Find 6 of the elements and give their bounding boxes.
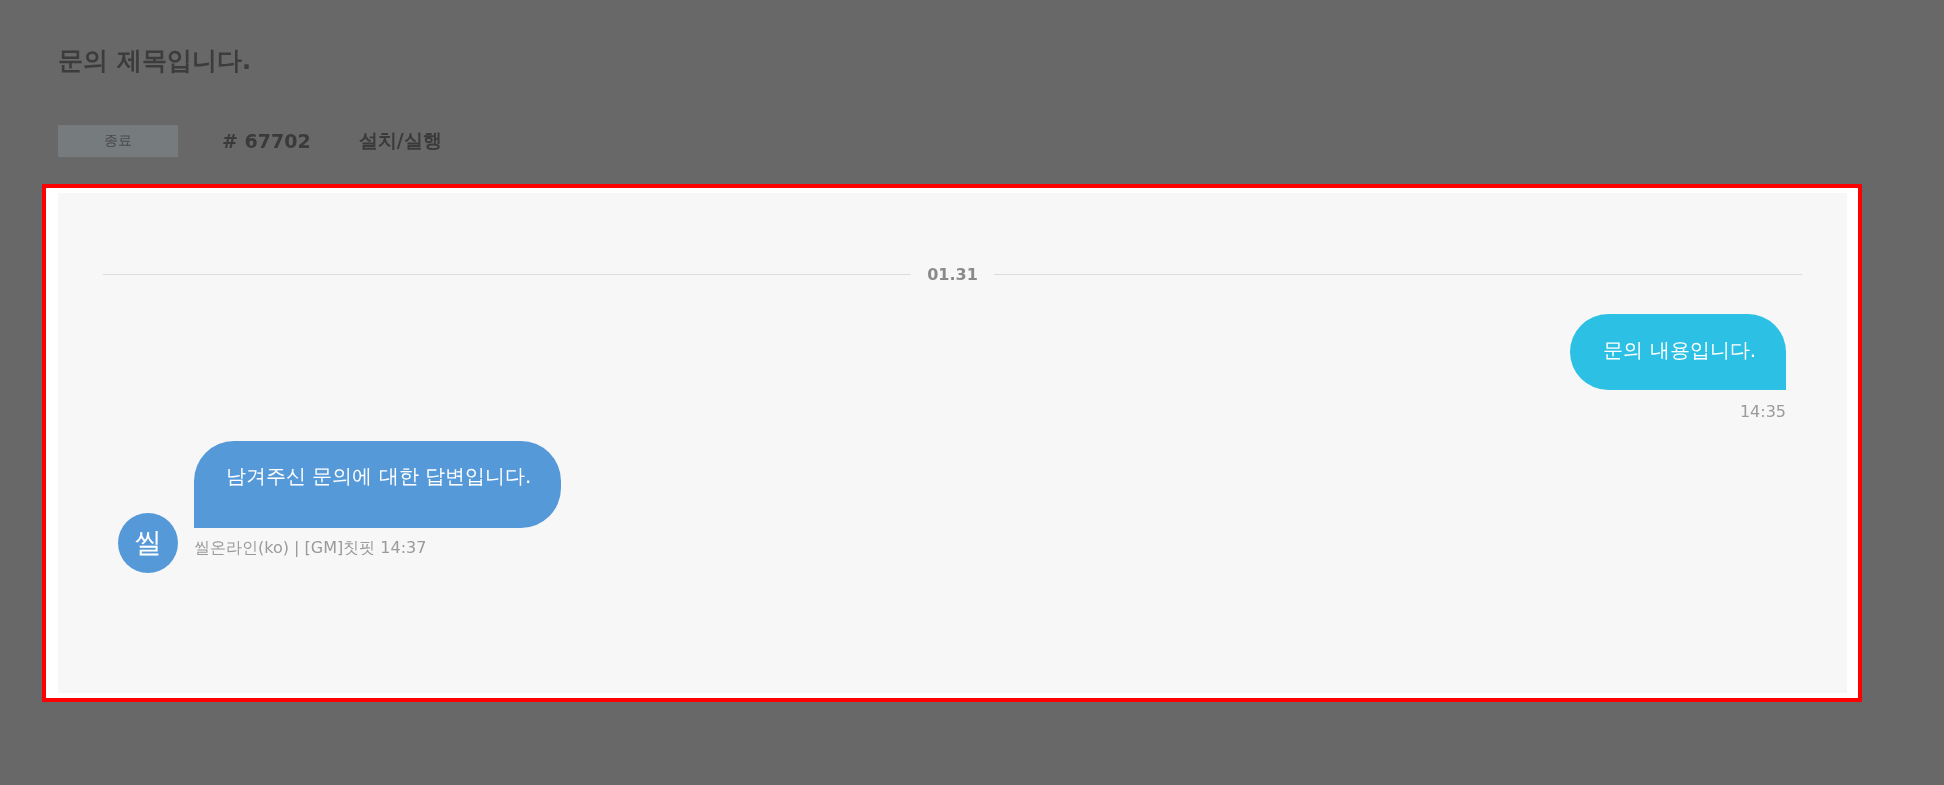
received-message-bubble: 남겨주신 문의에 대한 답변입니다. (194, 441, 562, 528)
sent-message-bubble: 문의 내용입니다. (1570, 314, 1786, 390)
date-label: 01.31 (927, 265, 978, 284)
message-time: 14:35 (1739, 402, 1786, 421)
avatar: 씰 (118, 513, 178, 573)
message-sender-info: 씰온라인(ko) | [GM]칫핏 14:37 (194, 538, 427, 559)
